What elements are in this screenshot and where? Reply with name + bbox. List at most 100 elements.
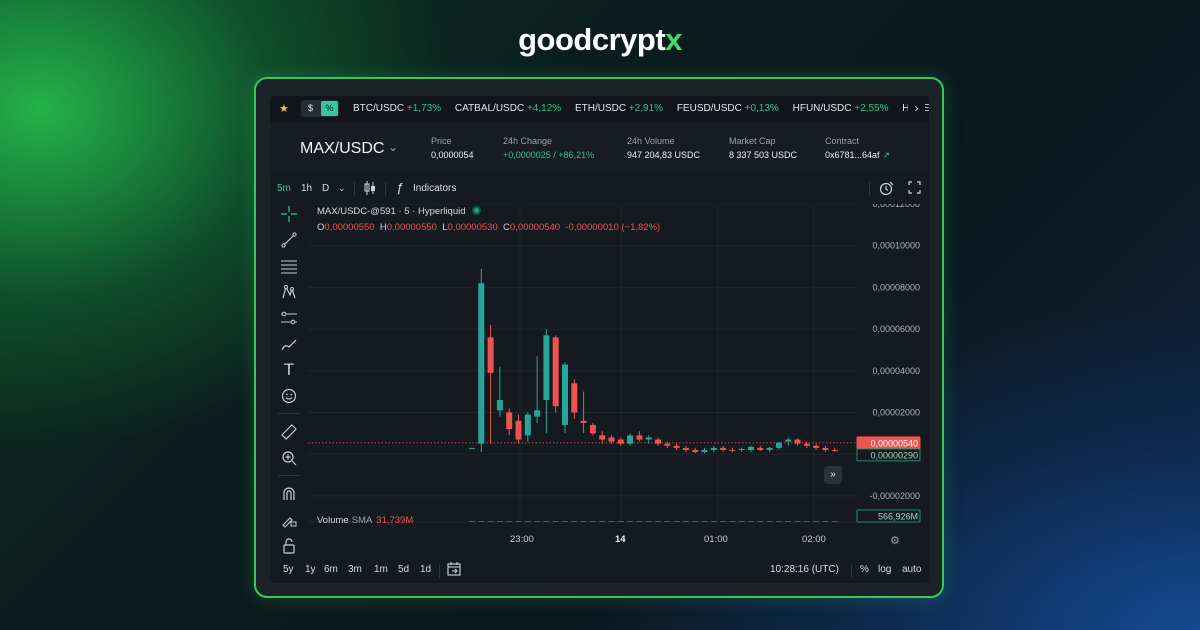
trend-line-icon[interactable] (279, 230, 299, 250)
ticker-change: +2,91% (628, 103, 664, 114)
candle-body (496, 399, 503, 411)
emoji-icon[interactable] (279, 386, 299, 406)
bottom-divider (439, 564, 440, 578)
ticker-pair: BTC/USDC (353, 103, 405, 114)
candle-body (487, 337, 494, 373)
contract-link[interactable]: 0x6781...64af ↗ (825, 150, 890, 161)
candle (757, 445, 764, 452)
timeframe-5m[interactable]: 5m (277, 183, 291, 194)
candle-body (534, 410, 541, 417)
percent-toggle[interactable]: % (860, 564, 869, 575)
candle (608, 435, 615, 444)
ticker-item[interactable]: HFUN/USDC +2,55% (793, 103, 889, 114)
candle-body (627, 435, 634, 444)
candle-body (552, 337, 559, 407)
unlock-icon[interactable] (279, 536, 299, 556)
candle-body (813, 445, 820, 448)
crosshair-icon[interactable] (279, 204, 299, 224)
toggle-usd[interactable]: $ (302, 101, 319, 116)
volume-bar (720, 521, 727, 522)
volume-bar (664, 521, 671, 522)
stat-value: 0x6781...64af (825, 150, 880, 160)
candle (478, 268, 485, 453)
bottom-divider (851, 564, 852, 578)
volume-bar (738, 521, 745, 522)
replay-icon[interactable] (879, 181, 894, 199)
currency-toggle[interactable]: $ % (301, 100, 339, 117)
log-toggle[interactable]: log (878, 564, 891, 575)
fib-lines-icon[interactable] (279, 256, 299, 276)
candle (636, 431, 643, 442)
chart-canvas[interactable]: 0,00012000 0,00010000 0,00008000 0,00006000… (308, 199, 929, 549)
range-6m[interactable]: 6m (324, 564, 338, 575)
ohlc-low: 0,00000530 (447, 222, 498, 233)
pattern-icon[interactable] (279, 282, 299, 302)
candle (469, 447, 475, 449)
utc-clock[interactable]: 10:28:16 (UTC) (770, 564, 839, 575)
scroll-to-realtime-icon[interactable]: » (824, 466, 842, 484)
text-icon[interactable]: T (279, 360, 299, 380)
stat-label: 24h Volume (627, 136, 675, 146)
volume-legend: Volume SMA 31,739M (317, 515, 413, 526)
candle (738, 447, 745, 453)
chevron-down-icon[interactable]: ⌄ (338, 183, 346, 194)
range-1y[interactable]: 1y (305, 564, 316, 575)
toolbar-divider (385, 182, 386, 196)
ticker-item[interactable]: FEUSD/USDC +0,13% (677, 103, 779, 114)
candle-body (748, 446, 754, 450)
volume-bar (599, 521, 606, 522)
volume-bar (701, 521, 708, 522)
ohlc-open: 0,00000550 (324, 222, 375, 233)
indicators-button[interactable]: Indicators (413, 183, 456, 194)
volume-bar (757, 521, 764, 522)
candle-body (710, 447, 717, 450)
chevron-right-icon[interactable]: › (908, 100, 925, 117)
volume-bar (478, 521, 485, 522)
time-tick: 01:00 (704, 534, 728, 545)
star-icon[interactable]: ★ (279, 102, 289, 115)
ticker-item[interactable]: BTC/USDC +1,73% (353, 103, 441, 114)
ohlc-close: 0,00000540 (509, 222, 561, 233)
chart-legend-title: MAX/USDC-@591 · 5 · Hyperliquid (317, 206, 481, 217)
candle-body (738, 448, 745, 450)
candle (831, 447, 838, 453)
chevron-down-icon[interactable]: ⌄ (388, 140, 398, 154)
timeframe-d[interactable]: D (322, 183, 329, 194)
range-1d[interactable]: 1d (420, 564, 431, 575)
candle (794, 438, 801, 446)
range-5d[interactable]: 5d (398, 564, 409, 575)
ticker-item[interactable]: ETH/USDC +2,91% (575, 103, 663, 114)
candle-type-icon[interactable] (363, 180, 377, 199)
fullscreen-icon[interactable] (908, 181, 921, 197)
function-icon[interactable]: ƒ (396, 180, 403, 195)
time-tick: 14 (615, 534, 626, 545)
pair-selector[interactable]: MAX/USDC (300, 140, 384, 158)
date-range-icon[interactable] (447, 562, 461, 579)
magnet-icon[interactable] (279, 484, 299, 504)
stat-value: 947 204,83 USDC (627, 150, 701, 160)
range-1m[interactable]: 1m (374, 564, 388, 575)
ruler-icon[interactable] (279, 422, 299, 442)
ticker-change: +0,13% (744, 103, 779, 114)
volume-bar (580, 521, 587, 522)
candle (515, 414, 522, 444)
ohlc-legend: O0,00000550 H0,00000550 L0,00000530 C0,0… (317, 222, 660, 233)
volume-bar (534, 521, 541, 522)
forecast-icon[interactable] (279, 308, 299, 328)
volume-bar (487, 521, 494, 522)
price-chart[interactable]: 0,00012000 0,00010000 0,00008000 0,00006000… (308, 199, 929, 549)
ticker-item[interactable]: CATBAL/USDC +4,12% (455, 103, 561, 114)
timeframe-1h[interactable]: 1h (301, 183, 312, 194)
zoom-in-icon[interactable] (279, 448, 299, 468)
external-link-icon[interactable]: ↗ (883, 150, 891, 160)
auto-toggle[interactable]: auto (902, 564, 921, 575)
settings-gear-icon[interactable]: ⚙ (890, 534, 900, 547)
ticker-pair: CATBAL/USDC (454, 103, 525, 114)
lock-drawing-icon[interactable] (279, 510, 299, 530)
range-3m[interactable]: 3m (348, 564, 362, 575)
candle (692, 447, 699, 454)
price-tick: 0,00006000 (872, 324, 920, 334)
brush-icon[interactable] (279, 334, 299, 354)
range-5y[interactable]: 5y (283, 564, 294, 575)
toggle-percent[interactable]: % (321, 101, 338, 116)
